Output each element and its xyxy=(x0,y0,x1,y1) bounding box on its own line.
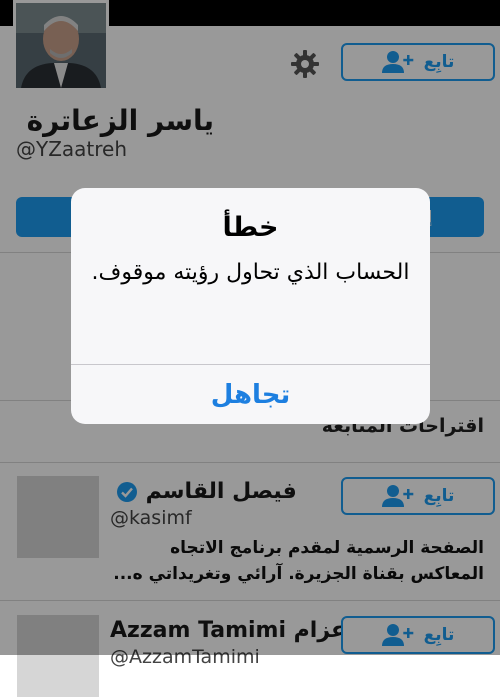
alert-title: خطأ xyxy=(222,212,279,243)
dismiss-button[interactable]: تجاهل xyxy=(71,365,430,424)
alert-message: الحساب الذي تحاول رؤيته موقوف. xyxy=(91,260,410,285)
error-alert-dialog: خطأ الحساب الذي تحاول رؤيته موقوف. تجاهل xyxy=(71,188,430,424)
